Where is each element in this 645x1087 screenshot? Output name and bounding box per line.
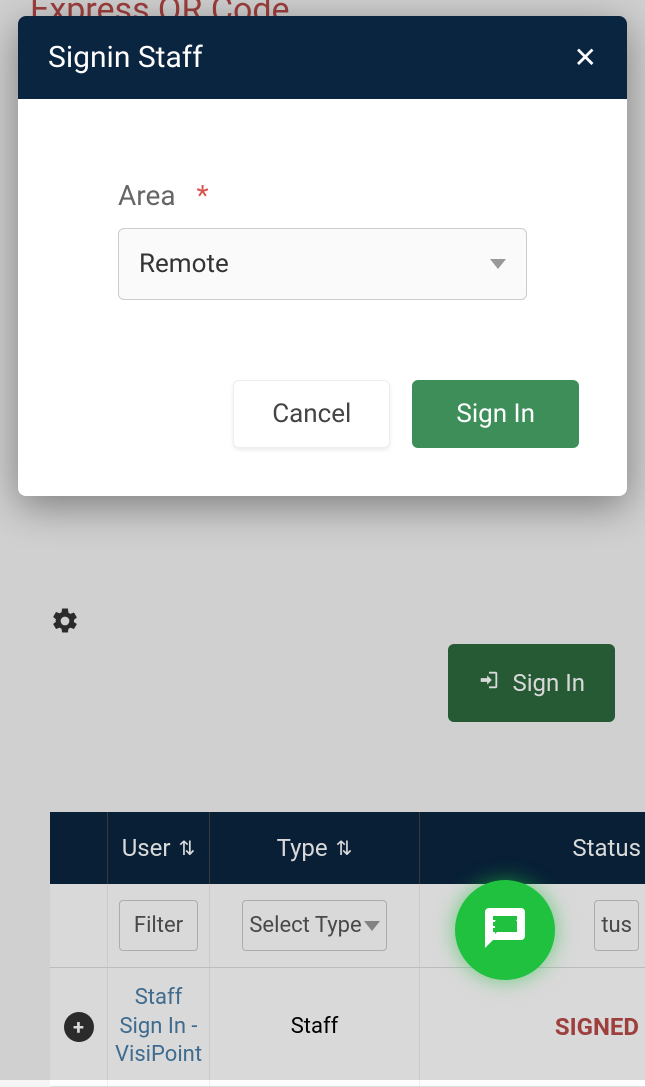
signin-staff-modal: Signin Staff ✕ Area * Remote Cancel Sign…	[18, 16, 627, 496]
modal-body: Area * Remote	[18, 99, 627, 360]
area-label-text: Area	[118, 179, 176, 212]
modal-header: Signin Staff ✕	[18, 16, 627, 99]
modal-title: Signin Staff	[48, 40, 203, 75]
chat-icon	[481, 904, 529, 956]
signin-button[interactable]: Sign In	[412, 380, 579, 448]
modal-footer: Cancel Sign In	[18, 360, 627, 496]
area-field-label: Area *	[118, 179, 527, 212]
cancel-button[interactable]: Cancel	[233, 380, 390, 448]
area-select-value: Remote	[139, 249, 229, 279]
close-icon[interactable]: ✕	[574, 41, 597, 74]
required-indicator: *	[197, 179, 209, 212]
area-select[interactable]: Remote	[118, 228, 527, 300]
caret-down-icon	[490, 259, 506, 269]
chat-fab-button[interactable]	[455, 880, 555, 980]
